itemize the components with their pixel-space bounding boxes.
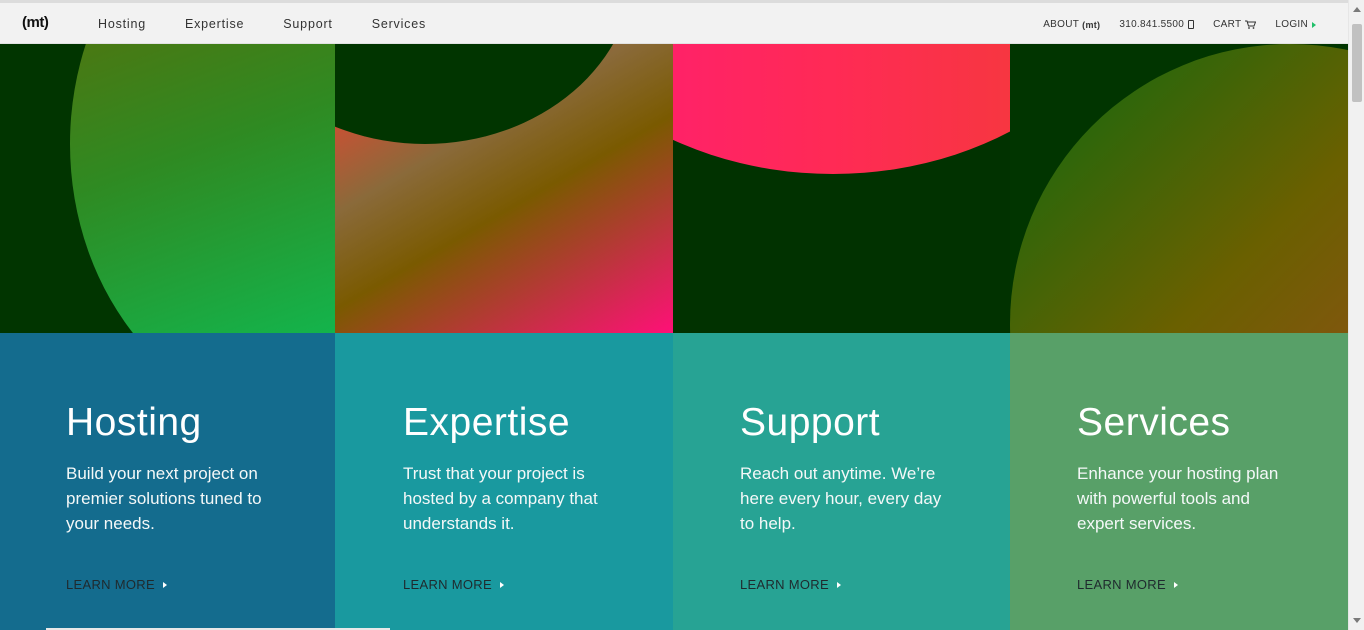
arrow-right-icon <box>1312 21 1316 28</box>
triangle-right-icon <box>499 581 504 588</box>
learn-more-link[interactable]: LEARN MORE <box>403 577 504 592</box>
learn-more-link[interactable]: LEARN MORE <box>66 577 167 592</box>
card-description: Build your next project on premier solut… <box>66 464 262 533</box>
phone-link[interactable]: 310.841.5500 <box>1119 19 1195 30</box>
expertise-card: Expertise Trust that your project is hos… <box>335 333 673 630</box>
cart-icon <box>1245 20 1257 29</box>
nav-services[interactable]: Services <box>372 17 426 31</box>
learn-more-link[interactable]: LEARN MORE <box>740 577 841 592</box>
support-artwork <box>673 44 1010 333</box>
phone-icon <box>1188 20 1195 29</box>
card-description: Reach out anytime. We’re here every hour… <box>740 464 942 533</box>
page-scrollbar[interactable] <box>1348 0 1364 630</box>
card-title: Support <box>740 401 881 444</box>
card-title: Expertise <box>403 401 571 444</box>
scroll-down-icon[interactable] <box>1353 618 1361 623</box>
scroll-up-icon[interactable] <box>1353 7 1361 12</box>
login-link[interactable]: LOGIN <box>1275 19 1316 30</box>
card-description: Enhance your hosting plan with powerful … <box>1077 464 1279 533</box>
triangle-right-icon <box>162 581 167 588</box>
hosting-card: Hosting Build your next project on premi… <box>0 333 335 630</box>
main-nav: Hosting Expertise Support Services <box>98 17 465 31</box>
phone-number: 310.841.5500 <box>1119 19 1185 30</box>
scroll-thumb[interactable] <box>1352 24 1362 102</box>
card-title: Hosting <box>66 401 202 444</box>
services-card: Services Enhance your hosting plan with … <box>1010 333 1348 630</box>
learn-more-label: LEARN MORE <box>403 577 492 592</box>
cart-label: CART <box>1213 19 1242 30</box>
card-title: Services <box>1077 401 1231 444</box>
expertise-artwork <box>335 44 673 333</box>
nav-hosting[interactable]: Hosting <box>98 17 146 31</box>
utility-nav: ABOUT (mt) 310.841.5500 CART LOGIN <box>1024 19 1316 30</box>
about-logo: (mt) <box>1082 19 1101 30</box>
about-label: ABOUT <box>1043 19 1080 30</box>
learn-more-label: LEARN MORE <box>1077 577 1166 592</box>
cart-link[interactable]: CART <box>1213 19 1257 30</box>
site-logo[interactable]: (mt) <box>22 14 49 31</box>
learn-more-link[interactable]: LEARN MORE <box>1077 577 1178 592</box>
services-artwork <box>1010 44 1348 333</box>
card-description: Trust that your project is hosted by a c… <box>403 464 598 533</box>
support-card: Support Reach out anytime. We’re here ev… <box>673 333 1010 630</box>
learn-more-label: LEARN MORE <box>740 577 829 592</box>
triangle-right-icon <box>1173 581 1178 588</box>
nav-expertise[interactable]: Expertise <box>185 17 244 31</box>
about-link[interactable]: ABOUT (mt) <box>1043 19 1100 30</box>
hosting-artwork <box>0 44 335 333</box>
learn-more-label: LEARN MORE <box>66 577 155 592</box>
login-label: LOGIN <box>1275 19 1308 30</box>
top-nav-bar: (mt) Hosting Expertise Support Services … <box>0 0 1348 44</box>
triangle-right-icon <box>836 581 841 588</box>
nav-support[interactable]: Support <box>283 17 332 31</box>
